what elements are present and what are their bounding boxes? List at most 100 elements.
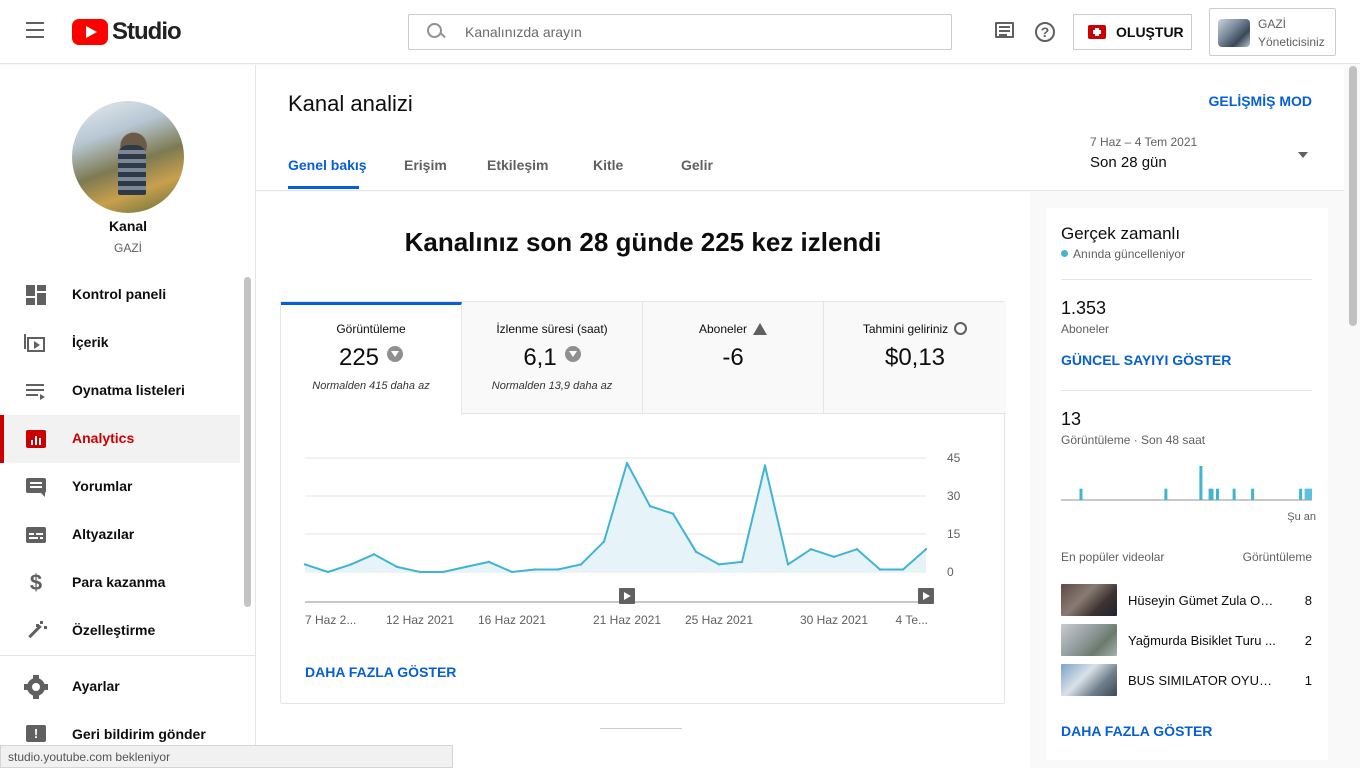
metric-revenue[interactable]: Tahmini geliriniz $0,13	[824, 302, 1006, 414]
realtime-card: Gerçek zamanlı Anında güncelleniyor 1.35…	[1046, 208, 1328, 760]
video-thumbnail[interactable]	[1061, 664, 1117, 696]
video-thumbnail[interactable]	[1061, 584, 1117, 616]
data-point	[556, 568, 560, 571]
data-point	[855, 548, 859, 551]
divider	[1061, 279, 1312, 280]
create-button[interactable]: OLUŞTUR	[1073, 14, 1192, 50]
account-switcher[interactable]: GAZİ Yöneticisiniz	[1209, 8, 1336, 56]
chevron-down-icon[interactable]	[1298, 152, 1308, 158]
x-tick-label: 30 Haz 2021	[800, 613, 868, 627]
realtime-bar	[1216, 488, 1219, 500]
metric-subtext: Normalden 415 daha az	[312, 380, 430, 392]
sidebar-item-content[interactable]: İçerik	[0, 319, 240, 367]
tab-engagement[interactable]: Etkileşim	[487, 157, 548, 173]
y-tick-label: 0	[947, 565, 954, 579]
youtube-play-icon	[72, 19, 108, 45]
x-tick-label: 4 Te...	[896, 613, 928, 627]
sidebar-item-label: Analytics	[72, 430, 135, 446]
advanced-mode-button[interactable]: GELİŞMİŞ MOD	[1209, 93, 1312, 109]
popular-videos-label: En popüler videolar	[1061, 550, 1165, 564]
sidebar-divider	[0, 655, 255, 656]
data-point	[487, 560, 491, 564]
comment-feedback-icon[interactable]	[993, 20, 1017, 44]
sidebar-item-customization[interactable]: Özelleştirme	[0, 607, 240, 655]
realtime-views-label: Görüntüleme · Son 48 saat	[1061, 433, 1206, 447]
warning-icon	[753, 323, 768, 335]
video-title[interactable]: Hüseyin Gümet Zula Oyn...	[1128, 593, 1278, 608]
search-icon[interactable]	[427, 23, 445, 41]
sidebar-item-settings[interactable]: Ayarlar	[0, 663, 240, 711]
sidebar-item-label: Altyazılar	[72, 526, 135, 542]
data-point	[924, 548, 928, 551]
channel-avatar[interactable]	[72, 101, 184, 213]
metric-watch-time[interactable]: İzlenme süresi (saat) 6,1 Normalden 13,9…	[462, 302, 643, 414]
date-range-label[interactable]: Son 28 gün	[1090, 154, 1167, 171]
overview-content: Kanalınız son 28 günde 225 kez izlendi G…	[256, 192, 1030, 768]
y-tick-label: 15	[947, 527, 961, 541]
date-range[interactable]: 7 Haz – 4 Tem 2021	[1090, 135, 1197, 149]
y-tick-label: 30	[947, 489, 961, 503]
video-title[interactable]: Yağmurda Bisiklet Turu ...	[1128, 633, 1278, 648]
clock-icon	[954, 322, 968, 335]
main-scrollbar[interactable]	[1349, 66, 1357, 326]
show-current-count-button[interactable]: GÜNCEL SAYIYI GÖSTER	[1061, 352, 1231, 368]
popular-video-row[interactable]: Hüseyin Gümet Zula Oyn... 8	[1061, 584, 1312, 616]
analytics-icon	[24, 427, 48, 451]
overview-headline: Kanalınız son 28 günde 225 kez izlendi	[404, 227, 882, 257]
x-tick-label: 12 Haz 2021	[386, 613, 454, 627]
popular-video-row[interactable]: Yağmurda Bisiklet Turu ... 2	[1061, 624, 1312, 656]
sidebar-item-dashboard[interactable]: Kontrol paneli	[0, 271, 240, 319]
tab-reach[interactable]: Erişim	[404, 157, 447, 173]
popular-video-row[interactable]: BUS SIMILATOR OYUNU... 1	[1061, 664, 1312, 696]
views-chart[interactable]: 45 30 15 0 7 Haz 2... 12 Haz 2021 16 Haz 2021 2…	[281, 414, 1006, 644]
tab-overview[interactable]: Genel bakış	[288, 157, 367, 173]
data-point	[441, 570, 445, 574]
arrow-down-icon	[564, 346, 581, 362]
data-point	[809, 548, 813, 551]
video-thumbnail[interactable]	[1061, 624, 1117, 656]
analytics-header: Kanal analizi GELİŞMİŞ MOD Genel bakış E…	[256, 65, 1344, 191]
metric-views[interactable]: Görüntüleme 225 Normalden 415 daha az	[281, 302, 462, 414]
metric-subscribers[interactable]: Aboneler -6	[643, 302, 824, 414]
sidebar-scrollbar[interactable]	[244, 277, 251, 607]
search-bar[interactable]	[408, 14, 952, 50]
sidebar-item-comments[interactable]: Yorumlar	[0, 463, 240, 511]
data-point	[832, 555, 836, 558]
metric-title: Aboneler	[698, 322, 748, 336]
data-point	[717, 563, 721, 566]
help-icon[interactable]: ?	[1033, 20, 1057, 44]
sidebar-item-playlists[interactable]: Oynatma listeleri	[0, 367, 240, 415]
realtime-views-chart[interactable]	[1061, 458, 1312, 503]
metric-title: İzlenme süresi (saat)	[496, 322, 608, 336]
show-more-button[interactable]: DAHA FAZLA GÖSTER	[305, 664, 456, 680]
x-tick-label: 21 Haz 2021	[593, 613, 661, 627]
video-title[interactable]: BUS SIMILATOR OYUNU...	[1128, 673, 1278, 688]
data-point	[510, 570, 514, 574]
sidebar-item-label: Yorumlar	[72, 478, 133, 494]
tab-audience[interactable]: Kitle	[593, 157, 623, 173]
data-point	[671, 512, 675, 515]
playlist-icon	[24, 379, 48, 403]
sidebar-item-subtitles[interactable]: Altyazılar	[0, 511, 240, 559]
browser-status-bar: studio.youtube.com bekleniyor	[0, 745, 453, 768]
sidebar-item-monetization[interactable]: $ Para kazanma	[0, 559, 240, 607]
metric-title: Görüntüleme	[336, 322, 406, 336]
search-input[interactable]	[465, 24, 925, 40]
sidebar-item-analytics[interactable]: Analytics	[0, 415, 240, 463]
y-tick-label: 45	[947, 451, 961, 465]
tab-revenue[interactable]: Gelir	[681, 157, 713, 173]
account-name: GAZİ	[1258, 17, 1287, 31]
metric-value: 6,1	[523, 344, 557, 371]
x-tick-label: 16 Haz 2021	[478, 613, 546, 627]
sidebar-item-label: Oynatma listeleri	[72, 382, 185, 398]
show-more-videos-button[interactable]: DAHA FAZLA GÖSTER	[1061, 723, 1212, 739]
sidebar-item-label: İçerik	[72, 334, 109, 350]
magic-wand-icon	[24, 619, 48, 643]
popular-videos-column: Görüntüleme	[1242, 550, 1312, 564]
data-point	[786, 563, 790, 566]
realtime-status-text: Anında güncelleniyor	[1073, 247, 1186, 261]
menu-icon[interactable]	[24, 22, 48, 42]
youtube-studio-logo[interactable]: Studio	[72, 18, 182, 46]
data-point	[648, 504, 652, 508]
data-point	[349, 563, 353, 566]
